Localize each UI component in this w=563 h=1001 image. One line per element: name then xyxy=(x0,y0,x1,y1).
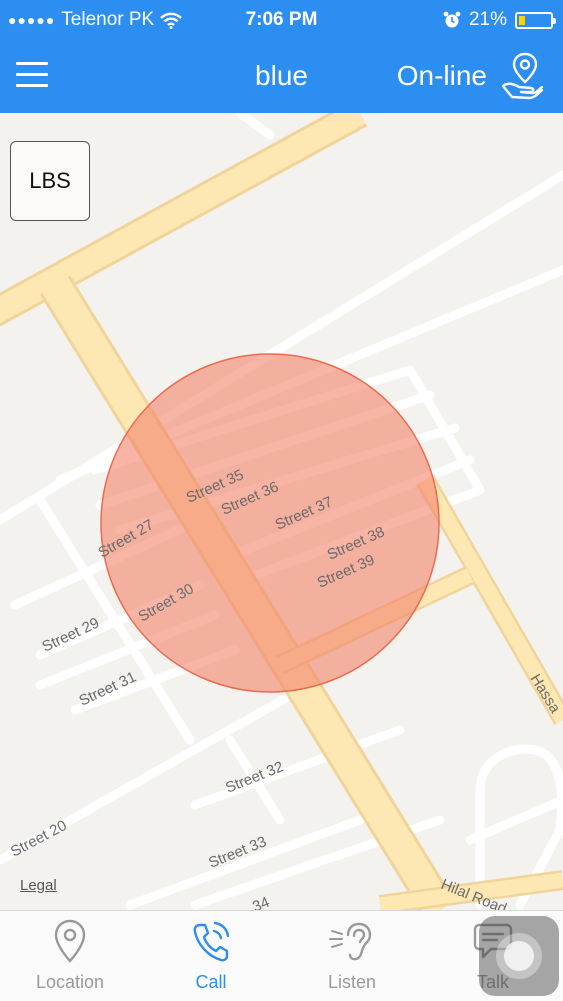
battery-percent: 21% xyxy=(468,9,507,30)
online-status: On-line xyxy=(396,60,487,91)
map-view[interactable]: Street 35 Street 36 Street 37 Street 38 … xyxy=(0,113,563,910)
ear-icon xyxy=(329,922,372,961)
tab-location[interactable]: Location xyxy=(0,911,140,1001)
assistive-touch-button[interactable] xyxy=(479,916,559,996)
location-pin-hand-icon[interactable] xyxy=(501,52,545,100)
location-pin-icon xyxy=(54,919,86,963)
tab-label: Listen xyxy=(327,972,377,992)
tab-call[interactable]: Call xyxy=(141,911,281,1001)
status-bar: ●●●●● Telenor PK 7:06 PM 21% xyxy=(0,0,563,40)
battery-fill xyxy=(519,15,525,25)
alarm-clock-icon xyxy=(443,11,461,28)
tab-label: Call xyxy=(195,972,227,992)
map-canvas: Street 35 Street 36 Street 37 Street 38 … xyxy=(0,113,563,910)
battery-icon xyxy=(515,11,556,29)
tab-listen[interactable]: Listen xyxy=(282,911,422,1001)
nav-bar: blue On-line xyxy=(0,40,563,113)
assistive-touch-core xyxy=(504,941,534,971)
legal-link[interactable]: Legal xyxy=(20,877,57,894)
lbs-button[interactable]: LBS xyxy=(10,141,90,221)
phone-call-icon xyxy=(193,921,230,962)
status-right: 21% xyxy=(443,9,556,31)
tab-label: Location xyxy=(35,972,105,992)
